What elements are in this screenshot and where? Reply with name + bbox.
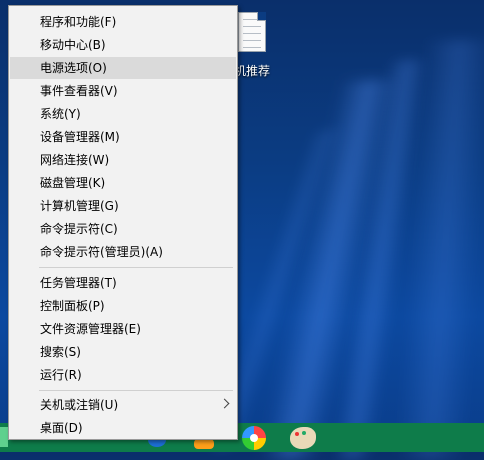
chevron-right-icon	[219, 398, 230, 409]
menu-separator	[39, 267, 233, 268]
paint-palette-icon[interactable]	[290, 427, 316, 449]
menu-item-event-viewer[interactable]: 事件查看器(V)	[10, 80, 236, 102]
menu-item-network-connections[interactable]: 网络连接(W)	[10, 149, 236, 171]
menu-item-command-prompt[interactable]: 命令提示符(C)	[10, 218, 236, 240]
desktop-light-beam	[331, 60, 429, 460]
menu-item-run[interactable]: 运行(R)	[10, 364, 236, 386]
desktop-light-beam	[259, 80, 401, 460]
menu-item-mobility-center[interactable]: 移动中心(B)	[10, 34, 236, 56]
menu-item-command-prompt-admin[interactable]: 命令提示符(管理员)(A)	[10, 241, 236, 263]
document-icon	[238, 12, 266, 52]
menu-item-disk-management[interactable]: 磁盘管理(K)	[10, 172, 236, 194]
menu-item-task-manager[interactable]: 任务管理器(T)	[10, 272, 236, 294]
start-button[interactable]	[0, 427, 8, 447]
color-wheel-icon[interactable]	[242, 426, 266, 450]
taskbar-folder-icon[interactable]	[194, 439, 214, 449]
menu-item-system[interactable]: 系统(Y)	[10, 103, 236, 125]
menu-item-desktop[interactable]: 桌面(D)	[10, 417, 236, 439]
desktop-light-beam	[395, 40, 484, 460]
quick-link-menu: 程序和功能(F) 移动中心(B) 电源选项(O) 事件查看器(V) 系统(Y) …	[8, 5, 238, 440]
menu-item-power-options[interactable]: 电源选项(O)	[10, 57, 236, 79]
menu-item-programs-features[interactable]: 程序和功能(F)	[10, 11, 236, 33]
menu-item-control-panel[interactable]: 控制面板(P)	[10, 295, 236, 317]
menu-item-computer-management[interactable]: 计算机管理(G)	[10, 195, 236, 217]
menu-item-device-manager[interactable]: 设备管理器(M)	[10, 126, 236, 148]
menu-item-shutdown-signout[interactable]: 关机或注销(U)	[10, 394, 236, 416]
menu-separator	[39, 390, 233, 391]
desktop-shortcut-label: 机推荐	[234, 64, 271, 78]
menu-item-search[interactable]: 搜索(S)	[10, 341, 236, 363]
menu-item-label: 关机或注销(U)	[40, 398, 119, 412]
menu-item-file-explorer[interactable]: 文件资源管理器(E)	[10, 318, 236, 340]
